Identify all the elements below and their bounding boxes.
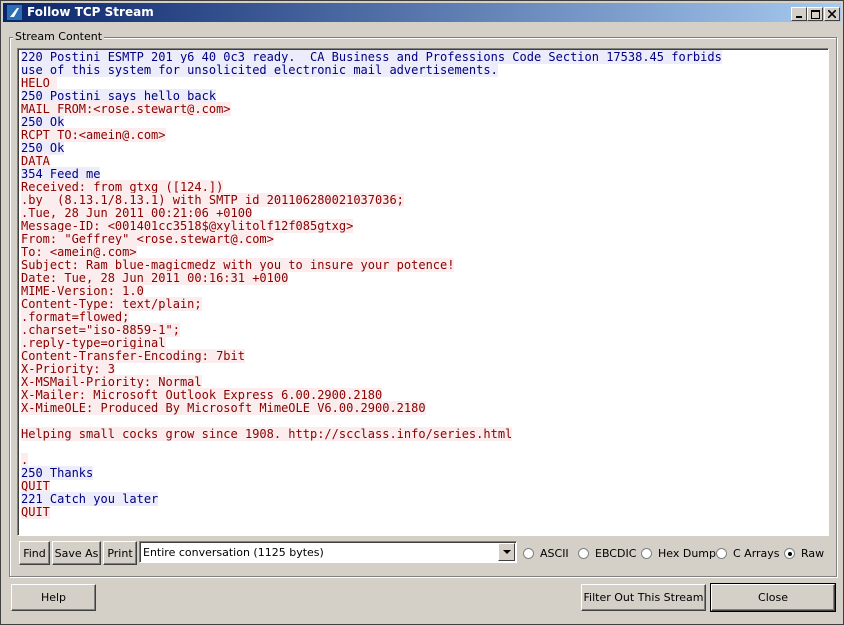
client-text: Received: from gtxg ([124. xyxy=(21,180,209,194)
stream-line xyxy=(21,441,722,454)
radio-button-icon xyxy=(641,547,652,559)
server-text: use of this system for unsolicited elect… xyxy=(21,63,498,77)
stream-content-text[interactable]: 220 Postini ESMTP 201 y6_40_0c3 ready. C… xyxy=(17,48,829,536)
radio-button-icon xyxy=(578,547,589,559)
client-text: MAIL FROM:<rose.stewart@ xyxy=(21,102,195,116)
radio-button-icon xyxy=(716,547,727,559)
filter-out-stream-label: Filter Out This Stream xyxy=(583,591,704,604)
server-text: 354 Feed me xyxy=(21,167,101,181)
client-text: QUIT xyxy=(21,479,50,493)
client-text: Content-Transfer-Encoding: 7bit xyxy=(21,349,245,363)
client-text: Subject: Ram blue-magicmedz with you to … xyxy=(21,258,455,272)
help-button[interactable]: Help xyxy=(11,584,96,611)
client-text: .charset="iso-8859-1"; xyxy=(21,323,180,337)
conversation-select-value: Entire conversation (1125 bytes) xyxy=(143,546,324,559)
client-text: .com> xyxy=(194,102,231,116)
client-text: HELO xyxy=(21,76,58,90)
radio-c-arrays-label: C Arrays xyxy=(733,546,780,560)
client-text: Content-Type: text/plain; xyxy=(21,297,202,311)
stream-line: use of this system for unsolicited elect… xyxy=(21,63,722,77)
client-text: X-Mailer: Microsoft Outlook Express 6.00… xyxy=(21,388,383,402)
client-text: .format=flowed; xyxy=(21,310,130,324)
client-text: X-MSMail-Priority: Normal xyxy=(21,375,202,389)
stream-line: 250 Thanks xyxy=(21,466,722,480)
client-text: @xylitolf12f085gtxg> xyxy=(208,219,354,233)
filter-out-stream-button[interactable]: Filter Out This Stream xyxy=(581,584,706,611)
client-text: MIME-Version: 1.0 xyxy=(21,284,144,298)
client-text: From: "Geffrey" <rose.stewart@ xyxy=(21,232,238,246)
print-button[interactable]: Print xyxy=(103,541,137,565)
close-button[interactable]: Close xyxy=(710,583,836,612)
radio-button-selected-icon xyxy=(784,547,795,559)
find-button[interactable]: Find xyxy=(19,541,50,565)
server-text: 220 Postini ESMTP 201 y6_40_0c3 ready. C… xyxy=(21,50,722,64)
client-text: .com> xyxy=(100,245,137,259)
client-text: .com> xyxy=(129,128,166,142)
client-text: Message-ID: <001401cc3518$ xyxy=(21,219,209,233)
window-title: Follow TCP Stream xyxy=(27,5,154,19)
conversation-select[interactable]: Entire conversation (1125 bytes) xyxy=(139,541,517,563)
save-as-button[interactable]: Save As xyxy=(52,541,101,565)
radio-ascii[interactable]: ASCII xyxy=(523,546,569,560)
chevron-down-icon xyxy=(502,549,511,554)
client-text: Date: Tue, 28 Jun 2011 00:16:31 +0100 xyxy=(21,271,289,285)
minimize-button[interactable] xyxy=(791,7,807,21)
save-as-label: Save As xyxy=(54,546,99,560)
client-text: To: <amein@ xyxy=(21,245,101,259)
stream-content-label: Stream Content xyxy=(13,30,105,43)
client-text: .com> xyxy=(237,232,274,246)
radio-ebcdic-label: EBCDIC xyxy=(595,546,637,560)
radio-ebcdic[interactable]: EBCDIC xyxy=(578,546,636,560)
title-bar[interactable]: Follow TCP Stream xyxy=(3,3,841,22)
client-text: QUIT xyxy=(21,505,50,519)
minimize-icon xyxy=(796,16,802,18)
stream-line: X-MimeOLE: Produced By Microsoft MimeOLE… xyxy=(21,401,722,415)
client-text: DATA xyxy=(21,154,50,168)
stream-line: 221 Catch you later xyxy=(21,492,722,506)
server-text: 250 Postini says hello back xyxy=(21,89,217,103)
radio-ascii-label: ASCII xyxy=(540,546,569,560)
radio-button-icon xyxy=(523,547,534,559)
print-label: Print xyxy=(107,546,133,560)
help-label: Help xyxy=(40,591,67,604)
radio-c-arrays[interactable]: C Arrays xyxy=(716,546,780,560)
radio-hex-dump-label: Hex Dump xyxy=(658,546,716,560)
find-label: Find xyxy=(23,546,46,560)
stream-line: Content-Transfer-Encoding: 7bit xyxy=(21,349,722,363)
follow-tcp-stream-window: Follow TCP Stream Stream Content 220 Pos… xyxy=(0,0,844,625)
client-text: .by (8.13.1/8.13.1) with SMTP id 2011062… xyxy=(21,193,404,207)
server-text: 221 Catch you later xyxy=(21,492,159,506)
wireshark-fin-icon xyxy=(7,5,22,20)
close-icon xyxy=(828,10,836,18)
stream-line: Helping small cocks grow since 1908. htt… xyxy=(21,427,722,441)
server-text: 250 Thanks xyxy=(21,466,94,480)
client-text: . xyxy=(21,453,29,467)
stream-line: DATA xyxy=(21,154,722,168)
stream-line: . xyxy=(21,453,722,467)
client-text: .Tue, 28 Jun 2011 00:21:06 +0100 xyxy=(21,206,253,220)
stream-lines: 220 Postini ESMTP 201 y6_40_0c3 ready. C… xyxy=(21,50,722,519)
stream-line: MAIL FROM:<rose.stewart@.com> xyxy=(21,102,722,116)
radio-hex-dump[interactable]: Hex Dump xyxy=(641,546,716,560)
stream-line: QUIT xyxy=(21,505,722,519)
client-text: RCPT TO:<amein@ xyxy=(21,128,130,142)
radio-raw[interactable]: Raw xyxy=(784,546,824,560)
close-label: Close xyxy=(758,591,788,604)
stream-line: 250 Ok xyxy=(21,141,722,155)
server-text: 250 Ok xyxy=(21,115,65,129)
stream-line: RCPT TO:<amein@.com> xyxy=(21,128,722,142)
server-text: 250 Ok xyxy=(21,141,65,155)
client-text: Helping small cocks grow since 1908. htt… xyxy=(21,427,513,441)
maximize-icon xyxy=(810,9,820,19)
client-text: X-Priority: 3 xyxy=(21,362,115,376)
conversation-dropdown-button[interactable] xyxy=(498,543,515,561)
client-text: ]) xyxy=(208,180,224,194)
window-close-button[interactable] xyxy=(824,7,840,21)
client-text: X-MimeOLE: Produced By Microsoft MimeOLE… xyxy=(21,401,426,415)
maximize-button[interactable] xyxy=(807,7,823,21)
client-text: .reply-type=original xyxy=(21,336,166,350)
radio-raw-label: Raw xyxy=(801,546,825,560)
